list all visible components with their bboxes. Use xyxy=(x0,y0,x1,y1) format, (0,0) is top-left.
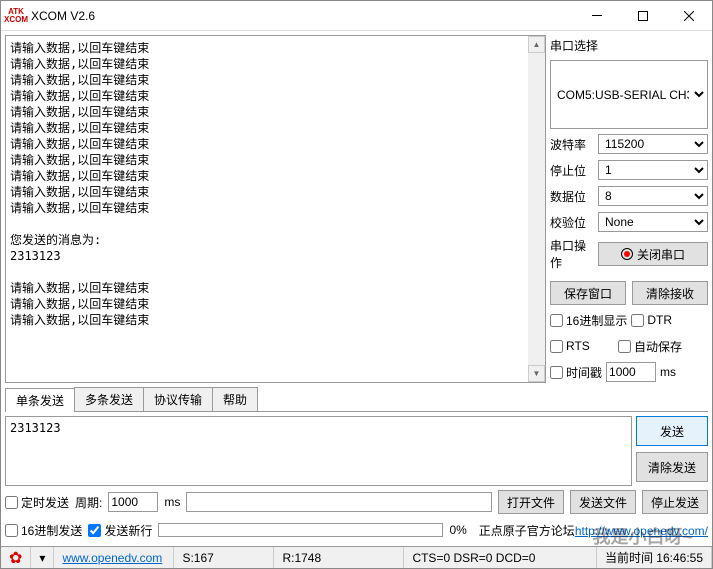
receive-text[interactable]: 请输入数据,以回车键结束 请输入数据,以回车键结束 请输入数据,以回车键结束 请… xyxy=(6,36,528,382)
port-select-label: 串口选择 xyxy=(550,37,708,54)
save-window-button[interactable]: 保存窗口 xyxy=(550,281,626,305)
record-icon xyxy=(621,248,633,260)
send-tabs: 单条发送 多条发送 协议传输 帮助 xyxy=(5,387,708,412)
open-file-button[interactable]: 打开文件 xyxy=(498,490,564,514)
close-button[interactable] xyxy=(666,1,712,31)
rx-scrollbar[interactable]: ▲ ▼ xyxy=(528,36,545,382)
progress-percent: 0% xyxy=(449,523,466,537)
file-path-input[interactable] xyxy=(186,492,492,512)
period-ms-label: ms xyxy=(164,495,180,509)
ms-label: ms xyxy=(660,365,676,379)
status-time: 当前时间 16:46:55 xyxy=(597,547,712,568)
timestamp-interval-input[interactable] xyxy=(606,362,656,382)
databit-select[interactable]: 8 xyxy=(598,186,708,206)
scroll-track[interactable] xyxy=(528,53,545,365)
tab-protocol[interactable]: 协议传输 xyxy=(143,387,213,411)
status-line-state: CTS=0 DSR=0 DCD=0 xyxy=(404,547,597,568)
stopbit-select[interactable]: 1 xyxy=(598,160,708,180)
send-text-input[interactable]: 2313123 xyxy=(5,416,632,486)
toggle-port-label: 关闭串口 xyxy=(637,246,685,263)
databit-label: 数据位 xyxy=(550,188,594,205)
parity-select[interactable]: None xyxy=(598,212,708,232)
app-logo: ATK XCOM xyxy=(1,6,31,26)
autosave-check[interactable]: 自动保存 xyxy=(618,338,682,355)
toggle-port-button[interactable]: 关闭串口 xyxy=(598,242,708,266)
tab-help[interactable]: 帮助 xyxy=(212,387,258,411)
status-url[interactable]: www.openedv.com xyxy=(62,551,162,565)
progress-bar xyxy=(158,523,443,537)
send-file-button[interactable]: 发送文件 xyxy=(570,490,636,514)
baud-label: 波特率 xyxy=(550,136,594,153)
statusbar: ✿ ▾ www.openedv.com S:167 R:1748 CTS=0 D… xyxy=(1,546,712,568)
period-label: 周期: xyxy=(75,494,102,511)
hex-send-check[interactable]: 16进制发送 xyxy=(5,522,82,539)
baud-select[interactable]: 115200 xyxy=(598,134,708,154)
parity-label: 校验位 xyxy=(550,214,594,231)
clear-send-button[interactable]: 清除发送 xyxy=(636,452,708,482)
status-dropdown-icon[interactable]: ▾ xyxy=(31,547,54,568)
port-op-label: 串口操作 xyxy=(550,237,594,271)
titlebar: ATK XCOM XCOM V2.6 xyxy=(1,1,712,31)
dtr-check[interactable]: DTR xyxy=(631,313,672,327)
hex-display-check[interactable]: 16进制显示 xyxy=(550,312,627,329)
stop-send-button[interactable]: 停止发送 xyxy=(642,490,708,514)
window-title: XCOM V2.6 xyxy=(31,9,574,23)
timestamp-check[interactable]: 时间戳 xyxy=(550,364,602,381)
send-button[interactable]: 发送 xyxy=(636,416,708,446)
minimize-button[interactable] xyxy=(574,1,620,31)
side-panel: 串口选择 COM5:USB-SERIAL CH340 波特率115200 停止位… xyxy=(550,35,708,383)
maximize-button[interactable] xyxy=(620,1,666,31)
forum-label: 正点原子官方论坛http://www.openedv.com/ xyxy=(479,522,708,539)
rts-check[interactable]: RTS xyxy=(550,339,614,353)
forum-link[interactable]: http://www.openedv.com/ xyxy=(575,524,708,538)
gear-icon[interactable]: ✿ xyxy=(1,547,31,568)
status-sent: S:167 xyxy=(174,547,274,568)
tab-single-send[interactable]: 单条发送 xyxy=(5,388,75,412)
tab-multi-send[interactable]: 多条发送 xyxy=(74,387,144,411)
clear-receive-button[interactable]: 清除接收 xyxy=(632,281,708,305)
period-input[interactable] xyxy=(108,492,158,512)
scroll-up-icon[interactable]: ▲ xyxy=(528,36,545,53)
stopbit-label: 停止位 xyxy=(550,162,594,179)
status-recv: R:1748 xyxy=(274,547,404,568)
receive-area: 请输入数据,以回车键结束 请输入数据,以回车键结束 请输入数据,以回车键结束 请… xyxy=(5,35,546,383)
timed-send-check[interactable]: 定时发送 xyxy=(5,494,69,511)
send-newline-check[interactable]: 发送新行 xyxy=(88,522,152,539)
port-select[interactable]: COM5:USB-SERIAL CH340 xyxy=(550,60,708,129)
scroll-down-icon[interactable]: ▼ xyxy=(528,365,545,382)
